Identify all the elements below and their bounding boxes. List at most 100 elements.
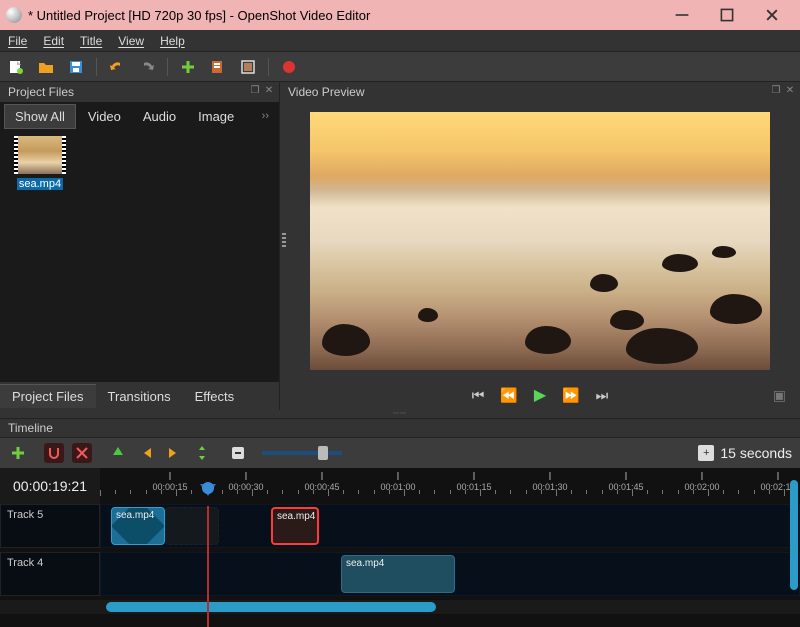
track-4-body[interactable]: sea.mp4 — [100, 552, 800, 596]
zoom-slider-handle[interactable] — [318, 446, 328, 460]
project-files-panel: Project Files ❐ ✕ Show All Video Audio I… — [0, 82, 280, 410]
tab-project-files[interactable]: Project Files — [0, 384, 96, 408]
clip-selected[interactable]: sea.mp4 — [111, 507, 165, 545]
timeline-ruler-row: 00:00:19:21 00:00:15 00:00:30 00:00:45 0… — [0, 468, 800, 504]
redo-button[interactable] — [137, 57, 157, 77]
panel-resize-grip-icon[interactable] — [282, 233, 286, 249]
open-project-button[interactable] — [36, 57, 56, 77]
timecode-display[interactable]: 00:00:19:21 — [0, 468, 100, 504]
undo-button[interactable] — [107, 57, 127, 77]
timeline-vertical-scroll-thumb[interactable] — [790, 480, 798, 590]
minimize-button[interactable] — [659, 0, 704, 30]
zoom-slider[interactable] — [262, 451, 342, 455]
center-playhead-button[interactable] — [192, 443, 212, 463]
next-marker-button[interactable] — [164, 443, 184, 463]
play-button[interactable]: ▶ — [534, 385, 546, 405]
track-5-header[interactable]: Track 5 — [0, 504, 100, 548]
menu-title[interactable]: Title — [72, 30, 110, 51]
filter-show-all[interactable]: Show All — [4, 104, 76, 129]
clip-label: sea.mp4 — [277, 511, 315, 522]
menubar: File Edit Title View Help — [0, 30, 800, 52]
menu-view-label: View — [118, 34, 144, 48]
track-4-header[interactable]: Track 4 — [0, 552, 100, 596]
snap-button[interactable] — [44, 443, 64, 463]
preview-content — [322, 324, 370, 356]
preview-content — [626, 328, 698, 364]
zoom-in-icon[interactable]: + — [698, 445, 714, 461]
file-name-label: sea.mp4 — [17, 178, 63, 190]
preview-content — [712, 246, 736, 258]
playhead-handle-icon[interactable] — [202, 482, 214, 494]
jump-end-button[interactable]: ⏭ — [596, 387, 609, 404]
menu-help-label: Help — [160, 34, 185, 48]
save-project-button[interactable] — [66, 57, 86, 77]
preview-content — [710, 294, 762, 324]
export-video-button[interactable] — [279, 57, 299, 77]
dock-separator-icon[interactable]: ⋯⋯ — [0, 410, 800, 418]
track-row-5: Track 5 sea.mp4 sea.mp4 — [0, 504, 800, 548]
zoom-tool-icon[interactable] — [228, 443, 248, 463]
add-track-button[interactable] — [8, 443, 28, 463]
zoom-duration-label: 15 seconds — [720, 445, 792, 461]
filter-video[interactable]: Video — [78, 105, 131, 128]
titlebar[interactable]: * Untitled Project [HD 720p 30 fps] - Op… — [0, 0, 800, 30]
fullscreen-button[interactable] — [238, 57, 258, 77]
project-files-grid[interactable]: sea.mp4 — [0, 130, 279, 382]
add-marker-button[interactable] — [108, 443, 128, 463]
fast-forward-button[interactable]: ⏩ — [562, 387, 579, 404]
tab-transitions[interactable]: Transitions — [96, 385, 183, 408]
app-logo-icon — [6, 7, 22, 23]
snapshot-icon[interactable]: ▣ — [773, 387, 786, 404]
rewind-button[interactable]: ⏪ — [500, 387, 517, 404]
zoom-label-group: + 15 seconds — [698, 445, 792, 461]
app-window: * Untitled Project [HD 720p 30 fps] - Op… — [0, 0, 800, 627]
main-toolbar — [0, 52, 800, 82]
playhead[interactable] — [200, 484, 216, 496]
clip-ghost[interactable] — [165, 507, 219, 545]
video-preview-header: Video Preview ❐ ✕ — [280, 82, 800, 102]
video-preview-frame — [310, 112, 770, 370]
video-preview-area[interactable] — [280, 102, 800, 380]
filter-image[interactable]: Image — [188, 105, 244, 128]
panel-close-icon[interactable]: ✕ — [263, 84, 275, 96]
preview-content — [525, 326, 571, 354]
clip-label: sea.mp4 — [346, 558, 384, 569]
menu-title-label: Title — [80, 34, 102, 48]
menu-file[interactable]: File — [0, 30, 35, 51]
previous-marker-button[interactable] — [136, 443, 156, 463]
clip-label: sea.mp4 — [116, 510, 154, 521]
filter-audio[interactable]: Audio — [133, 105, 186, 128]
menu-edit[interactable]: Edit — [35, 30, 72, 51]
timeline-panel-header: Timeline — [0, 418, 800, 438]
choose-profile-button[interactable] — [208, 57, 228, 77]
playback-controls: ⏮ ⏪ ▶ ⏩ ⏭ ▣ — [280, 380, 800, 410]
file-item[interactable]: sea.mp4 — [6, 136, 74, 190]
file-filter-tabs: Show All Video Audio Image ›› — [0, 102, 279, 130]
preview-close-icon[interactable]: ✕ — [784, 84, 796, 96]
menu-view[interactable]: View — [110, 30, 152, 51]
maximize-button[interactable] — [704, 0, 749, 30]
video-preview-panel: Video Preview ❐ ✕ — [280, 82, 800, 410]
preview-content — [418, 308, 438, 322]
menu-help[interactable]: Help — [152, 30, 193, 51]
clip[interactable]: sea.mp4 — [341, 555, 455, 593]
razor-button[interactable] — [72, 443, 92, 463]
timeline-toolbar: + 15 seconds — [0, 438, 800, 468]
preview-content — [610, 310, 644, 330]
timeline-scrollbar[interactable] — [0, 600, 800, 614]
track-5-body[interactable]: sea.mp4 sea.mp4 — [100, 504, 800, 548]
toolbar-sep-3 — [268, 58, 269, 76]
jump-start-button[interactable]: ⏮ — [472, 387, 485, 404]
preview-undock-icon[interactable]: ❐ — [770, 84, 782, 96]
tab-effects[interactable]: Effects — [183, 385, 247, 408]
panel-undock-icon[interactable]: ❐ — [249, 84, 261, 96]
clip-selected-red[interactable]: sea.mp4 — [271, 507, 319, 545]
new-project-button[interactable] — [6, 57, 26, 77]
import-files-button[interactable] — [178, 57, 198, 77]
menu-edit-label: Edit — [43, 34, 64, 48]
filter-more-icon[interactable]: ›› — [262, 110, 269, 122]
close-button[interactable] — [749, 0, 794, 30]
timeline-ruler[interactable]: 00:00:15 00:00:30 00:00:45 00:01:00 00:0… — [100, 468, 800, 504]
timeline-scroll-thumb[interactable] — [106, 602, 436, 612]
project-files-header: Project Files ❐ ✕ — [0, 82, 279, 102]
